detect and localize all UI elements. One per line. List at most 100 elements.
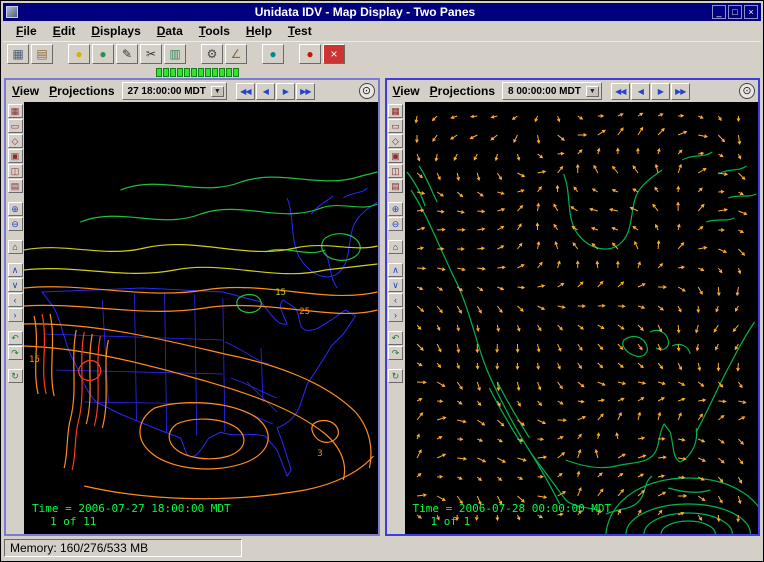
chart-icon: ▥ (165, 46, 185, 63)
step-back-button[interactable]: ◀ (631, 83, 650, 100)
resume-loads-button[interactable]: ● (92, 44, 114, 64)
redo-icon: ↷ (392, 348, 400, 358)
pan-down-button[interactable]: ∨ (8, 278, 23, 292)
display-list-button[interactable]: ▤ (8, 179, 23, 193)
menu-test[interactable]: Test (280, 22, 320, 40)
home-view-button[interactable]: ⌂ (8, 240, 23, 254)
projections-menu[interactable]: Projections (46, 84, 117, 98)
menu-displays[interactable]: Displays (83, 22, 148, 40)
menu-tools[interactable]: Tools (191, 22, 238, 40)
step-forward-button[interactable]: ▶ (276, 83, 295, 100)
zoom-box-button[interactable]: ▭ (8, 119, 23, 133)
refresh-icon: ↻ (11, 371, 19, 381)
edit-button[interactable]: ✎ (116, 44, 138, 64)
pan-up-button[interactable]: ∧ (388, 263, 403, 277)
pan-right-button[interactable]: › (388, 308, 403, 322)
menu-edit[interactable]: Edit (45, 22, 84, 40)
globe-button[interactable]: ● (262, 44, 284, 64)
projections-menu[interactable]: Projections (427, 84, 498, 98)
home-view-button[interactable]: ⌂ (388, 240, 403, 254)
app-window: Unidata IDV - Map Display - Two Panes _□… (0, 0, 764, 562)
vector-map-canvas[interactable]: Time = 2006-07-28 00:00:00 MDT 1 of 1 (405, 102, 759, 534)
tools-button[interactable]: ⚙ (201, 44, 223, 64)
pan-button[interactable]: ▦ (8, 104, 23, 118)
rotate-button[interactable]: ◇ (388, 134, 403, 148)
contour-label: 15 (29, 355, 40, 365)
pan-left-button[interactable]: ‹ (388, 293, 403, 307)
step-back-button[interactable]: ◀ (256, 83, 275, 100)
tip-button[interactable]: ● (68, 44, 90, 64)
view-menu[interactable]: View (9, 84, 42, 98)
scissors-icon: ✂ (141, 46, 161, 63)
zoom-in-button[interactable]: ⊕ (388, 202, 403, 216)
animation-properties-button[interactable]: ⊙ (359, 83, 375, 99)
step-forward-button[interactable]: ▶ (651, 83, 670, 100)
arrow-up-icon: ∧ (392, 265, 399, 275)
pan-down-button[interactable]: ∨ (388, 278, 403, 292)
green-dot-icon: ● (93, 46, 113, 63)
reset-view-button[interactable]: ↻ (388, 369, 403, 383)
maximize-button[interactable]: □ (728, 5, 742, 19)
last-frame-button[interactable]: ▶▶ (671, 83, 690, 100)
progress-segment (205, 68, 211, 77)
step-back-icon: ◀ (638, 87, 643, 96)
rotate-icon: ◇ (12, 136, 19, 146)
last-frame-button[interactable]: ▶▶ (296, 83, 315, 100)
perspective-button[interactable]: ▣ (8, 149, 23, 163)
time-select-value: 27 18:00:00 MDT (128, 86, 206, 97)
pan-up-button[interactable]: ∧ (8, 263, 23, 277)
arrow-right-icon: › (14, 310, 17, 320)
arrow-down-icon: ∨ (12, 280, 19, 290)
pan-left-button[interactable]: ‹ (8, 293, 23, 307)
menu-data[interactable]: Data (149, 22, 191, 40)
progress-segment (219, 68, 225, 77)
first-frame-button[interactable]: ◀◀ (611, 83, 630, 100)
pan-icon: ▦ (391, 106, 400, 116)
chevron-down-icon: ▼ (211, 86, 224, 97)
zoom-box-button[interactable]: ▭ (388, 119, 403, 133)
zoom-in-button[interactable]: ⊕ (8, 202, 23, 216)
pan-button[interactable]: ▦ (388, 104, 403, 118)
zoom-out-icon: ⊖ (392, 219, 400, 229)
record-button[interactable]: ● (299, 44, 321, 64)
field-selector-button[interactable]: ▥ (164, 44, 186, 64)
open-bundle-button[interactable]: ▤ (31, 44, 53, 64)
zoom-out-button[interactable]: ⊖ (8, 217, 23, 231)
undo-view-button[interactable]: ↶ (388, 331, 403, 345)
contour-map-canvas[interactable]: 1515253 Time = 2006-07-27 18:00:00 MDT 1… (24, 102, 378, 534)
lightbulb-icon: ● (69, 46, 89, 63)
redo-view-button[interactable]: ↷ (388, 346, 403, 360)
cut-button[interactable]: ✂ (140, 44, 162, 64)
coastlines (407, 152, 758, 534)
vertical-scale-button[interactable]: ◫ (8, 164, 23, 178)
measure-button[interactable]: ∠ (225, 44, 247, 64)
redo-view-button[interactable]: ↷ (8, 346, 23, 360)
close-button[interactable]: × (744, 5, 758, 19)
perspective-button[interactable]: ▣ (388, 149, 403, 163)
vertical-scale-button[interactable]: ◫ (388, 164, 403, 178)
state-outlines (42, 188, 377, 476)
menu-file[interactable]: File (8, 22, 45, 40)
rotate-button[interactable]: ◇ (8, 134, 23, 148)
display-list-button[interactable]: ▤ (388, 179, 403, 193)
minimize-button[interactable]: _ (712, 5, 726, 19)
arrow-left-icon: ‹ (14, 295, 17, 305)
window-title: Unidata IDV - Map Display - Two Panes (21, 3, 709, 21)
zoom-out-button[interactable]: ⊖ (388, 217, 403, 231)
show-dashboard-button[interactable]: ▦ (7, 44, 29, 64)
close-display-button[interactable]: × (323, 44, 345, 64)
angle-icon: ∠ (226, 46, 246, 63)
animation-properties-button[interactable]: ⊙ (739, 83, 755, 99)
list-icon: ▤ (11, 181, 20, 191)
time-select-combobox[interactable]: 27 18:00:00 MDT ▼ (122, 82, 227, 100)
view-menu[interactable]: View (390, 84, 423, 98)
pan-right-button[interactable]: › (8, 308, 23, 322)
menu-help[interactable]: Help (238, 22, 280, 40)
first-frame-button[interactable]: ◀◀ (236, 83, 255, 100)
titlebar[interactable]: Unidata IDV - Map Display - Two Panes _□… (3, 3, 761, 21)
animation-controls: ◀◀◀▶▶▶ (611, 83, 690, 100)
reset-view-button[interactable]: ↻ (8, 369, 23, 383)
undo-view-button[interactable]: ↶ (8, 331, 23, 345)
step-forward-icon: ▶ (658, 87, 663, 96)
time-select-combobox[interactable]: 8 00:00:00 MDT ▼ (502, 82, 602, 100)
